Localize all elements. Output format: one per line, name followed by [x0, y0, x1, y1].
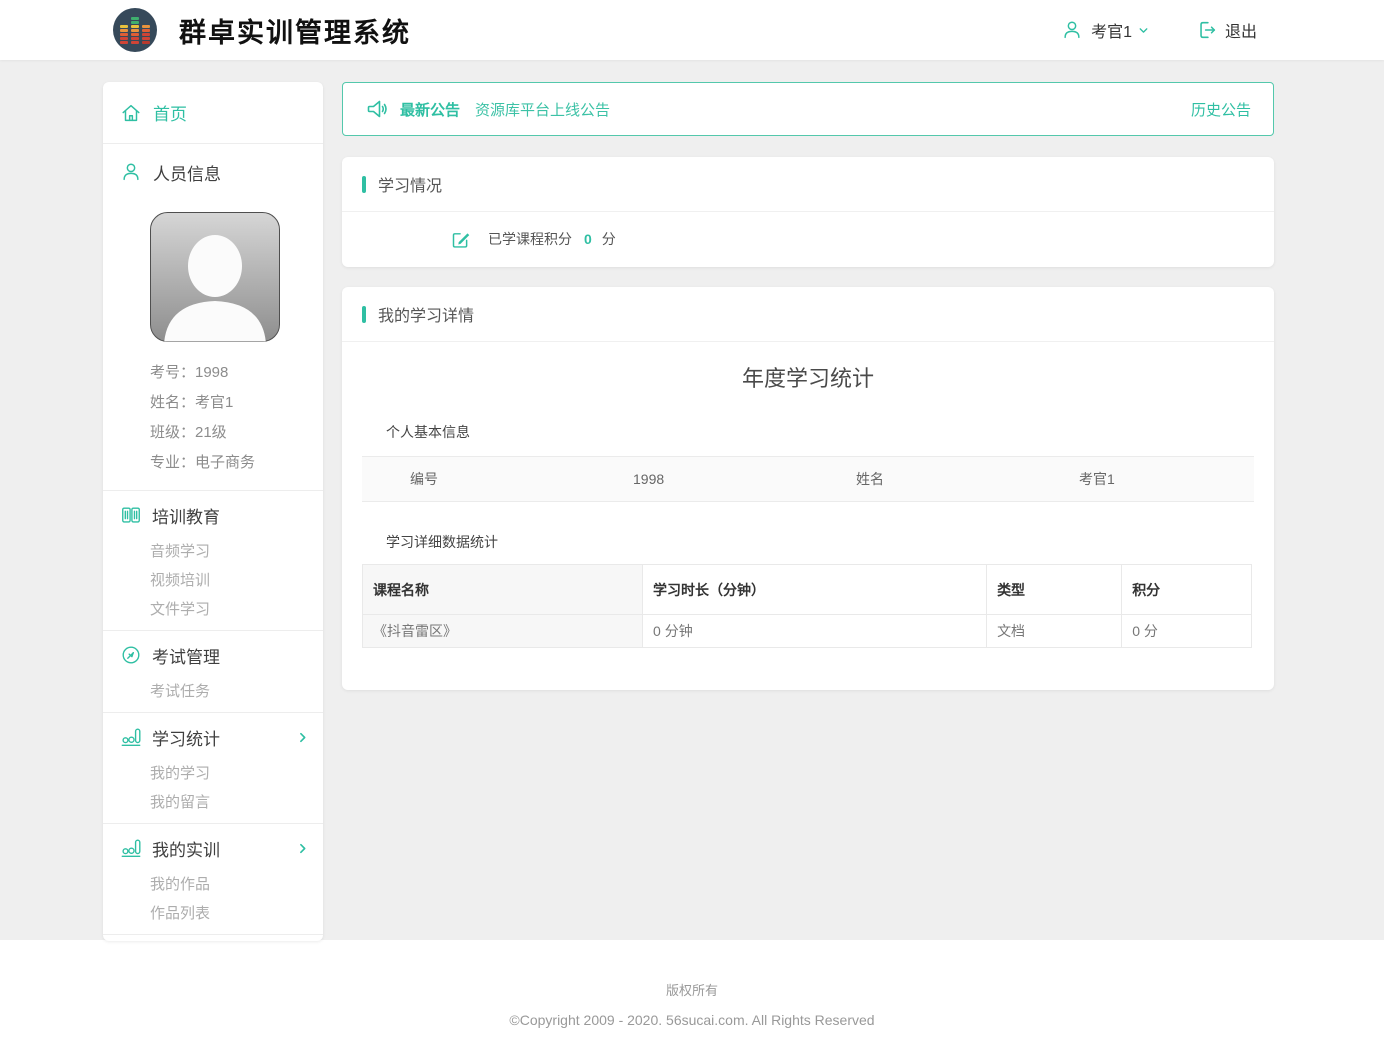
logout-label: 退出	[1225, 18, 1257, 42]
notice-message-link[interactable]: 资源库平台上线公告	[475, 99, 610, 120]
sidebar-item-profile[interactable]: 人员信息	[103, 143, 323, 200]
sidebar-item-study-stats[interactable]: 学习统计	[103, 715, 323, 759]
cell-score: 0 分	[1122, 615, 1252, 648]
sidebar-study-stats-label: 学习统计	[152, 725, 220, 750]
main-content: 最新公告 资源库平台上线公告 历史公告 学习情况 已学课程积分 0 分	[342, 82, 1274, 690]
notice-bar: 最新公告 资源库平台上线公告 历史公告	[342, 82, 1274, 136]
top-bar: 群卓实训管理系统 考官1	[0, 0, 1384, 60]
basic-info-id-label: 编号	[362, 469, 585, 489]
sidebar-item-home[interactable]: 首页	[103, 82, 323, 143]
basic-info-name-label: 姓名	[808, 469, 1031, 489]
user-menu[interactable]: 考官1	[1061, 18, 1150, 42]
profile-field-exam-no: 考号：1998	[150, 358, 323, 388]
person-icon	[120, 161, 142, 183]
column-type: 类型	[987, 565, 1122, 615]
book-icon	[120, 504, 142, 526]
study-status-title: 学习情况	[378, 172, 442, 196]
brand-logo-icon	[113, 8, 157, 52]
sidebar: 首页 人员信息	[103, 82, 323, 941]
sidebar-home-label: 首页	[153, 100, 187, 125]
profile-fields: 考号：1998 姓名：考官1 班级：21级 专业：电子商务	[150, 358, 323, 490]
page-body: 首页 人员信息	[0, 60, 1384, 940]
edit-icon	[450, 229, 471, 250]
sidebar-group-my-practice: 我的实训 我的作品 作品列表	[103, 823, 323, 934]
study-detail-title: 我的学习详情	[378, 302, 474, 326]
sidebar-item-my-messages[interactable]: 我的留言	[103, 788, 323, 817]
speaker-icon	[365, 97, 389, 121]
sidebar-item-exam-task[interactable]: 考试任务	[103, 677, 323, 706]
cell-type: 文档	[987, 615, 1122, 648]
sidebar-item-training[interactable]: 培训教育	[103, 493, 323, 537]
basic-info-row: 编号 1998 姓名 考官1	[362, 456, 1254, 502]
sidebar-exam-label: 考试管理	[152, 643, 220, 668]
sidebar-item-my-practice[interactable]: 我的实训	[103, 826, 323, 870]
sidebar-item-audio-study[interactable]: 音频学习	[103, 537, 323, 566]
stats-section-label: 学习详细数据统计	[386, 532, 1274, 552]
chevron-right-icon	[296, 842, 309, 855]
sidebar-item-my-works[interactable]: 我的作品	[103, 870, 323, 899]
history-notices-link[interactable]: 历史公告	[1191, 99, 1251, 120]
user-icon	[1061, 19, 1083, 41]
study-detail-card: 我的学习详情 年度学习统计 个人基本信息 编号 1998 姓名 考官1 学习详细…	[342, 287, 1274, 690]
logout-button[interactable]: 退出	[1196, 18, 1257, 42]
copyright-line2: ©Copyright 2009 - 2020. 56sucai.com. All…	[0, 1012, 1384, 1028]
sidebar-training-label: 培训教育	[152, 503, 220, 528]
study-detail-header: 我的学习详情	[342, 287, 1274, 342]
cell-study-duration: 0 分钟	[643, 615, 987, 648]
sidebar-item-my-study[interactable]: 我的学习	[103, 759, 323, 788]
sidebar-profile-label: 人员信息	[153, 160, 221, 185]
profile-field-major: 专业：电子商务	[150, 448, 323, 478]
sidebar-item-works-list[interactable]: 作品列表	[103, 899, 323, 928]
profile-field-class: 班级：21级	[150, 418, 323, 448]
sidebar-item-file-study[interactable]: 文件学习	[103, 595, 323, 624]
home-icon	[120, 102, 142, 124]
page-footer: 版权所有 ©Copyright 2009 - 2020. 56sucai.com…	[0, 940, 1384, 1040]
score-value: 0	[584, 231, 592, 247]
column-study-duration: 学习时长（分钟）	[643, 565, 987, 615]
basic-info-name-value: 考官1	[1031, 469, 1254, 489]
avatar	[150, 212, 280, 342]
sidebar-my-practice-label: 我的实训	[152, 836, 220, 861]
sidebar-bottom-pad	[103, 934, 323, 941]
study-status-card: 学习情况 已学课程积分 0 分	[342, 157, 1274, 267]
logout-icon	[1196, 19, 1218, 41]
report-title: 年度学习统计	[342, 364, 1274, 394]
score-unit: 分	[602, 229, 616, 249]
user-name: 考官1	[1091, 18, 1132, 42]
sidebar-group-exam: 考试管理 考试任务	[103, 630, 323, 712]
chevron-down-icon	[1137, 24, 1150, 37]
accent-bar	[362, 176, 366, 193]
app-title: 群卓实训管理系统	[179, 11, 411, 50]
study-status-body: 已学课程积分 0 分	[342, 212, 1274, 266]
bar-chart-icon	[120, 726, 142, 748]
profile-field-name: 姓名：考官1	[150, 388, 323, 418]
basic-info-section-label: 个人基本信息	[386, 422, 1274, 442]
basic-info-id-value: 1998	[585, 471, 808, 487]
bar-chart-icon	[120, 837, 142, 859]
score-label: 已学课程积分	[488, 229, 572, 249]
brand: 群卓实训管理系统	[113, 8, 411, 52]
clock-icon	[120, 644, 142, 666]
notice-tag: 最新公告	[400, 99, 460, 120]
column-course-name: 课程名称	[363, 565, 643, 615]
sidebar-item-exam[interactable]: 考试管理	[103, 633, 323, 677]
sidebar-group-training: 培训教育 音频学习 视频培训 文件学习	[103, 490, 323, 630]
table-row: 《抖音雷区》 0 分钟 文档 0 分	[363, 615, 1252, 648]
sidebar-item-video-training[interactable]: 视频培训	[103, 566, 323, 595]
column-score: 积分	[1122, 565, 1252, 615]
chevron-right-icon	[296, 731, 309, 744]
study-status-header: 学习情况	[342, 157, 1274, 212]
accent-bar	[362, 306, 366, 323]
study-stats-table: 课程名称 学习时长（分钟） 类型 积分 《抖音雷区》 0 分钟 文档 0 分	[362, 564, 1252, 648]
cell-course-name: 《抖音雷区》	[363, 615, 643, 648]
sidebar-group-study-stats: 学习统计 我的学习 我的留言	[103, 712, 323, 823]
copyright-line1: 版权所有	[0, 980, 1384, 999]
table-header-row: 课程名称 学习时长（分钟） 类型 积分	[363, 565, 1252, 615]
